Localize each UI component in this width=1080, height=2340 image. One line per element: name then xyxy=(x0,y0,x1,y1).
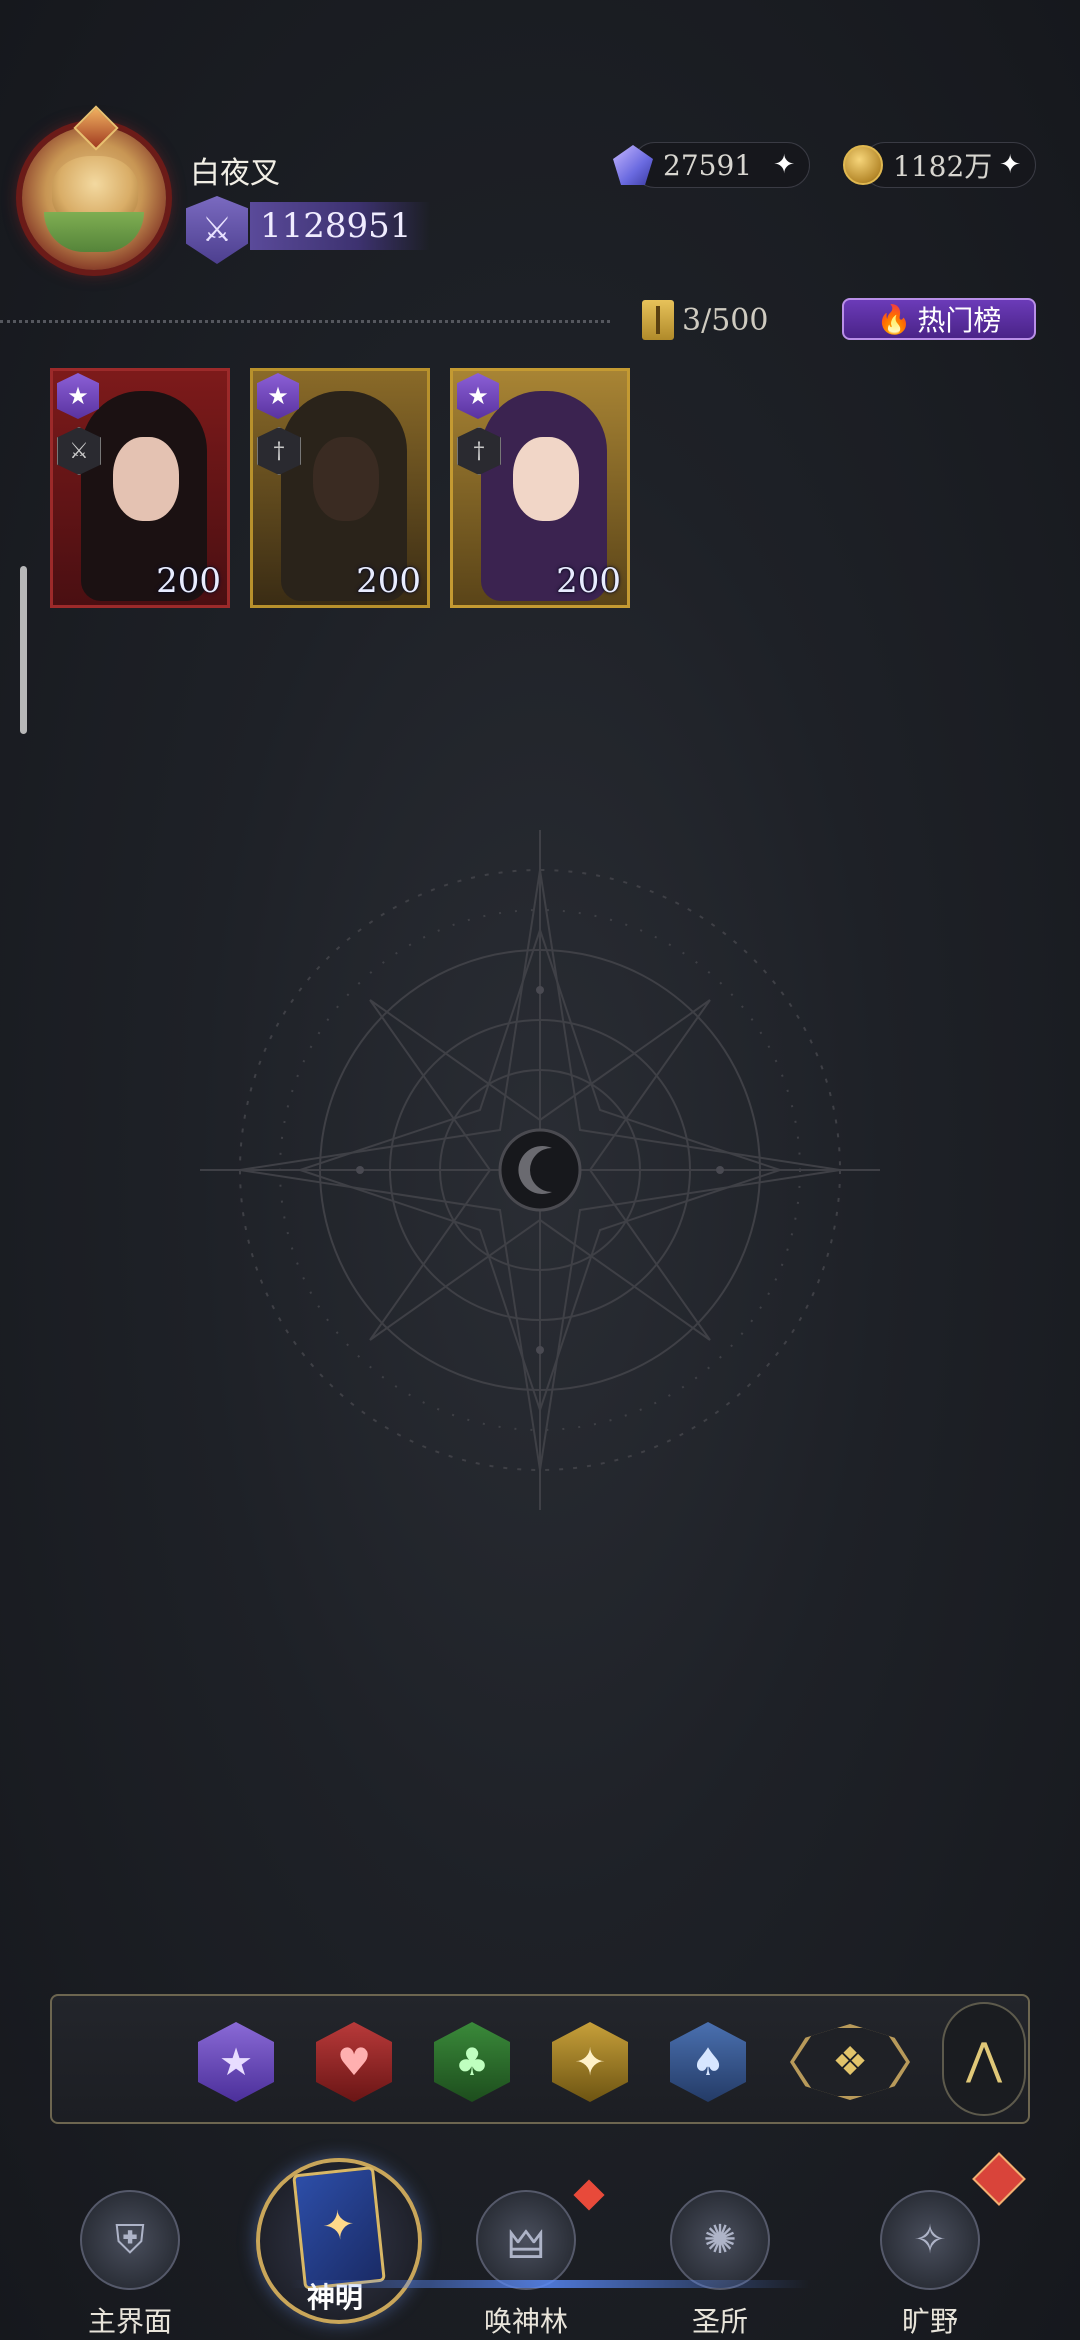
nav-label: 唤神林 xyxy=(483,2305,568,2338)
combat-power-value: 1128951 xyxy=(260,206,412,246)
divider xyxy=(0,320,610,323)
suit-filter-bar: ★ ♥ ♣ ✦ ♠ ❖ ⋀ xyxy=(50,1994,1030,2124)
heart-filter-button[interactable]: ♥ xyxy=(316,2022,392,2102)
card-capacity-icon xyxy=(642,300,674,340)
nav-main-screen[interactable]: ⛨ 主界面 xyxy=(40,2190,220,2338)
crossed-swords-icon: ⚔ xyxy=(186,196,248,264)
notification-diamond-icon xyxy=(573,2179,605,2211)
grid-icon: ❖ xyxy=(794,2028,906,2096)
chevron-up-icon: ⋀ xyxy=(965,2033,1003,2085)
player-avatar[interactable] xyxy=(14,105,174,284)
player-name: 白夜叉 xyxy=(190,156,280,191)
crystal-currency[interactable]: 27591 ✦ xyxy=(613,142,810,188)
character-level: 200 xyxy=(156,561,221,601)
crystal-amount: 27591 xyxy=(663,148,753,182)
hot-ranking-button[interactable]: 🔥 热门榜 xyxy=(842,298,1036,340)
combat-power: 1128951 xyxy=(250,202,430,250)
home-emblem-icon: ⛨ xyxy=(80,2190,180,2290)
character-card[interactable]: ★ † 200 xyxy=(450,368,630,608)
crystal-star-icon xyxy=(611,143,655,187)
diamond-filter-button[interactable]: ✦ xyxy=(552,2022,628,2102)
add-crystal-button[interactable]: ✦ xyxy=(773,150,795,180)
gold-amount: 1182万 xyxy=(893,150,993,183)
collapse-button[interactable]: ⋀ xyxy=(942,2002,1026,2116)
character-card[interactable]: ★ † 200 xyxy=(250,368,430,608)
club-icon: ♣ xyxy=(454,2040,490,2084)
hot-ranking-label: 热门榜 xyxy=(917,304,1002,337)
add-gold-button[interactable]: ✦ xyxy=(999,150,1021,180)
gold-coin-icon xyxy=(841,143,885,187)
club-filter-button[interactable]: ♣ xyxy=(434,2022,510,2102)
heart-icon: ♥ xyxy=(336,2040,372,2084)
tree-icon: 🜲 xyxy=(476,2190,576,2290)
card-count: 3/500 xyxy=(642,300,768,340)
gold-currency[interactable]: 1182万 ✦ xyxy=(843,142,1036,188)
character-level: 200 xyxy=(356,561,421,601)
bottom-navigation: ⛨ 主界面 神明 🜲 唤神林 ✺ 圣所 ✧ 旷野 xyxy=(0,2150,1080,2340)
tarot-book-icon xyxy=(292,2166,386,2290)
nav-label: 主界面 xyxy=(87,2305,172,2338)
star-icon: ★ xyxy=(218,2040,254,2084)
nav-sanctuary[interactable]: ✺ 圣所 xyxy=(630,2190,810,2338)
spade-filter-button[interactable]: ♠ xyxy=(670,2022,746,2102)
all-filter-button[interactable]: ❖ xyxy=(788,2024,912,2100)
compass-icon: ✧ xyxy=(880,2190,980,2290)
scrollbar[interactable] xyxy=(20,566,27,734)
nav-label: 旷野 xyxy=(901,2305,958,2338)
sanctuary-icon: ✺ xyxy=(670,2190,770,2290)
character-card[interactable]: ★ ⚔ 200 xyxy=(50,368,230,608)
active-tab-glow xyxy=(290,2280,810,2288)
character-level: 200 xyxy=(556,561,621,601)
star-filter-button[interactable]: ★ xyxy=(198,2022,274,2102)
celestial-emblem xyxy=(200,830,880,1510)
flame-icon: 🔥 xyxy=(876,302,912,336)
gift-icon xyxy=(972,2152,1026,2206)
diamond-icon: ✦ xyxy=(574,2040,606,2084)
nav-wilderness[interactable]: ✧ 旷野 xyxy=(840,2152,1026,2338)
nav-gods[interactable]: 神明 xyxy=(250,2150,422,2330)
card-count-value: 3/500 xyxy=(682,302,769,338)
spade-icon: ♠ xyxy=(690,2040,726,2084)
nav-summon-forest[interactable]: 🜲 唤神林 xyxy=(436,2179,616,2338)
nav-label: 圣所 xyxy=(691,2305,748,2338)
